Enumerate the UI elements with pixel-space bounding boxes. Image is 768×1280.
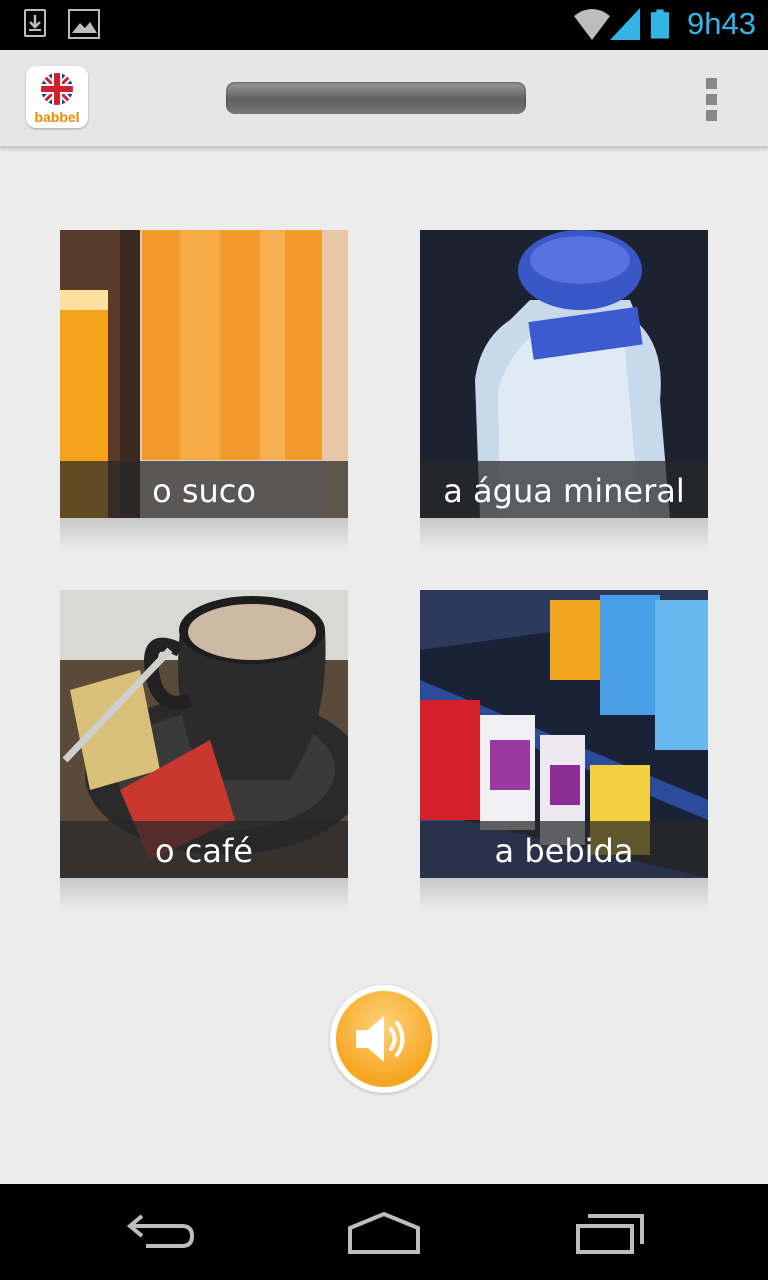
card-reflection xyxy=(420,878,708,912)
card-reflection xyxy=(420,518,708,552)
gallery-icon xyxy=(68,9,100,39)
card-label: o suco xyxy=(60,461,348,518)
card-reflection xyxy=(60,878,348,912)
speaker-icon xyxy=(356,1016,405,1062)
back-icon[interactable] xyxy=(124,1206,196,1256)
play-sound-button[interactable] xyxy=(330,985,438,1093)
battery-icon xyxy=(650,9,670,39)
recent-apps-icon[interactable] xyxy=(574,1206,646,1256)
card-label: a bebida xyxy=(420,821,708,878)
navigation-bar xyxy=(0,1184,768,1280)
status-time: 9h43 xyxy=(687,6,756,41)
card-label: a água mineral xyxy=(420,461,708,518)
lesson-progress-bar xyxy=(226,82,526,114)
vocab-card-bebida[interactable]: a bebida xyxy=(420,590,708,912)
home-icon[interactable] xyxy=(346,1206,422,1256)
overflow-menu-icon[interactable] xyxy=(700,78,724,122)
wifi-icon xyxy=(574,9,610,40)
signal-icon xyxy=(610,8,640,40)
card-reflection xyxy=(60,518,348,552)
uk-flag-icon xyxy=(41,73,73,105)
vocab-card-agua-mineral[interactable]: a água mineral xyxy=(420,230,708,552)
vocab-card-suco[interactable]: o suco xyxy=(60,230,348,552)
action-bar: babbel xyxy=(0,50,768,148)
status-bar: 9h43 xyxy=(0,0,768,50)
card-label: o café xyxy=(60,821,348,878)
logo-text: babbel xyxy=(34,109,80,125)
vocab-card-cafe[interactable]: o café xyxy=(60,590,348,912)
app-logo[interactable]: babbel xyxy=(26,66,88,128)
download-icon xyxy=(24,9,46,37)
